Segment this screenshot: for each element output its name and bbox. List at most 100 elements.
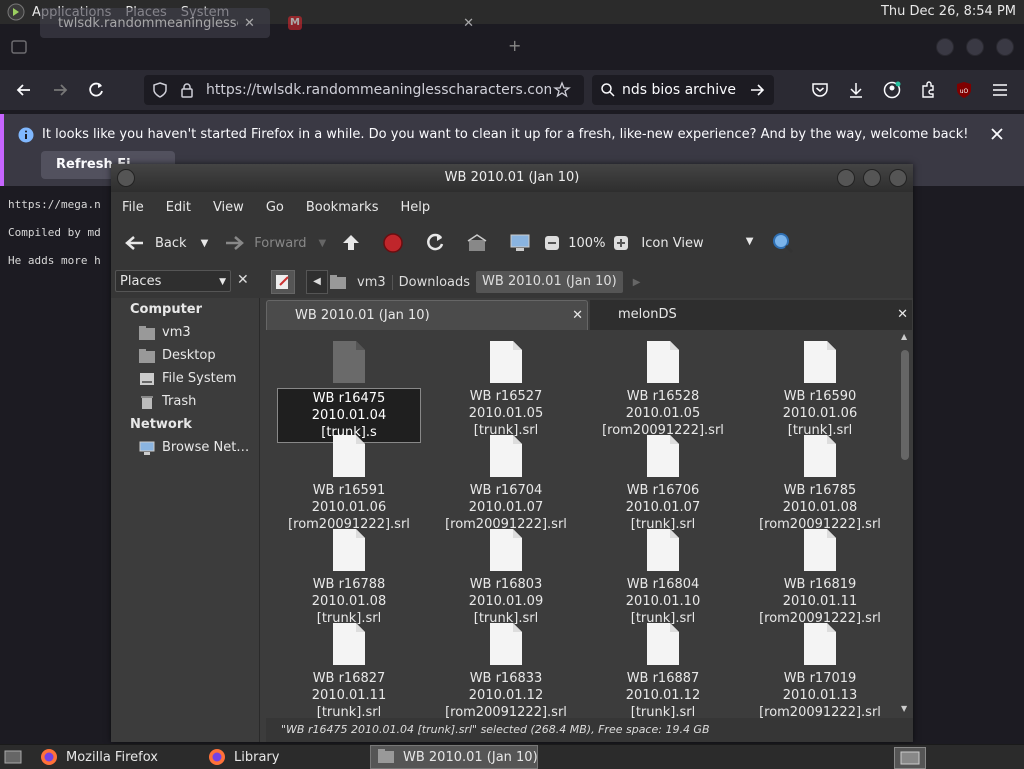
home-icon[interactable] xyxy=(466,232,488,254)
file-item[interactable]: WB r16788 2010.01.08 [trunk].srl xyxy=(274,528,424,627)
scroll-down-icon[interactable]: ▼ xyxy=(901,704,907,713)
pocket-icon[interactable] xyxy=(810,80,830,100)
view-mode-select[interactable]: Icon View ▼ xyxy=(641,236,753,251)
workspace-switcher[interactable] xyxy=(894,747,926,769)
search-input[interactable]: nds bios archive xyxy=(622,82,748,98)
show-desktop-icon[interactable] xyxy=(4,749,22,765)
shield-icon[interactable] xyxy=(152,82,170,98)
maximize-icon[interactable] xyxy=(966,38,984,56)
close-window-icon[interactable] xyxy=(996,38,1014,56)
account-icon[interactable] xyxy=(882,80,902,100)
breadcrumb-vm3[interactable]: vm3 xyxy=(351,275,392,290)
content-pane: WB 2010.01 (Jan 10) ✕ melonDS ✕ WB r1647… xyxy=(266,298,913,718)
search-go-icon[interactable] xyxy=(748,81,766,99)
file-item[interactable]: WB r16704 2010.01.07 [rom20091222].srl xyxy=(431,434,581,533)
clock[interactable]: Thu Dec 26, 8:54 PM xyxy=(881,4,1016,19)
file-item[interactable]: WB r16590 2010.01.06 [trunk].srl xyxy=(745,340,895,439)
gnome-logo-icon[interactable] xyxy=(7,3,25,21)
hamburger-menu-icon[interactable] xyxy=(990,80,1010,100)
file-item[interactable]: WB r16475 2010.01.04 [trunk].s xyxy=(274,340,424,443)
url-bar[interactable]: https://twlsdk.randommeaninglesscharacte… xyxy=(144,75,584,105)
search-icon[interactable] xyxy=(771,231,795,255)
lock-icon[interactable] xyxy=(180,82,196,98)
file-item[interactable]: WB r16804 2010.01.10 [trunk].srl xyxy=(588,528,738,627)
close-tab-icon[interactable]: ✕ xyxy=(572,301,583,331)
zoom-in-icon[interactable] xyxy=(613,235,629,251)
up-arrow-icon[interactable] xyxy=(340,232,362,254)
tab-melonds[interactable]: melonDS ✕ xyxy=(590,300,912,330)
taskbar-item-label: Mozilla Firefox xyxy=(66,749,158,765)
close-sidebar-icon[interactable]: ✕ xyxy=(237,272,249,288)
computer-icon[interactable] xyxy=(508,232,532,254)
scroll-up-icon[interactable]: ▲ xyxy=(901,332,907,341)
sidebar-item-file-system[interactable]: File System xyxy=(138,368,236,390)
menu-bookmarks[interactable]: Bookmarks xyxy=(295,200,390,215)
sidebar-item-trash[interactable]: Trash xyxy=(138,391,196,413)
menu-file[interactable]: File xyxy=(111,200,155,215)
browser-tab-active[interactable]: twlsdk.randommeaninglesschar ✕ xyxy=(40,8,270,38)
window-titlebar[interactable]: WB 2010.01 (Jan 10) xyxy=(111,164,913,192)
breadcrumb-left-icon[interactable]: ◀ xyxy=(306,270,328,294)
firefox-view-icon[interactable] xyxy=(10,38,28,56)
file-item[interactable]: WB r16827 2010.01.11 [trunk].srl xyxy=(274,622,424,718)
maximize-icon[interactable] xyxy=(863,169,881,187)
file-item[interactable]: WB r16591 2010.01.06 [rom20091222].srl xyxy=(274,434,424,533)
close-tab-icon[interactable]: ✕ xyxy=(244,16,255,31)
file-item[interactable]: WB r16528 2010.01.05 [rom20091222].srl xyxy=(588,340,738,439)
menu-view[interactable]: View xyxy=(202,200,255,215)
sidebar: Computer vm3 Desktop File System Trash N… xyxy=(111,298,260,742)
taskbar-item[interactable]: Library xyxy=(202,745,362,769)
file-item[interactable]: WB r17019 2010.01.13 [rom20091222].srl xyxy=(745,622,895,718)
minimize-icon[interactable] xyxy=(837,169,855,187)
menu-help[interactable]: Help xyxy=(389,200,441,215)
menu-edit[interactable]: Edit xyxy=(155,200,202,215)
sidebar-item-label: vm3 xyxy=(162,325,191,340)
close-tab-icon[interactable]: ✕ xyxy=(463,16,474,31)
breadcrumb-right-icon[interactable]: ▶ xyxy=(633,277,641,288)
reload-icon[interactable] xyxy=(424,232,446,254)
forward-history-dropdown-icon[interactable]: ▼ xyxy=(319,238,327,249)
downloads-icon[interactable] xyxy=(846,80,866,100)
file-item[interactable]: WB r16833 2010.01.12 [rom20091222].srl xyxy=(431,622,581,718)
forward-arrow-icon[interactable] xyxy=(50,80,70,100)
taskbar-item[interactable]: Mozilla Firefox xyxy=(34,745,194,769)
forward-button[interactable]: Forward xyxy=(222,233,307,253)
extensions-icon[interactable] xyxy=(918,80,938,100)
bookmark-star-icon[interactable] xyxy=(553,81,571,99)
menu-go[interactable]: Go xyxy=(255,200,295,215)
scrollbar-thumb[interactable] xyxy=(901,350,909,460)
close-window-icon[interactable] xyxy=(889,169,907,187)
taskbar-item[interactable]: WB 2010.01 (Jan 10) xyxy=(370,745,538,769)
file-item[interactable]: WB r16803 2010.01.09 [trunk].srl xyxy=(431,528,581,627)
reload-icon[interactable] xyxy=(86,80,106,100)
breadcrumb-current[interactable]: WB 2010.01 (Jan 10) xyxy=(476,271,623,293)
back-history-dropdown-icon[interactable]: ▼ xyxy=(201,238,209,249)
file-item[interactable]: WB r16785 2010.01.08 [rom20091222].srl xyxy=(745,434,895,533)
stop-icon[interactable] xyxy=(382,232,404,254)
back-arrow-icon[interactable] xyxy=(14,80,34,100)
sidebar-item-desktop[interactable]: Desktop xyxy=(138,345,216,367)
file-manager-window: WB 2010.01 (Jan 10) File Edit View Go Bo… xyxy=(111,164,913,742)
search-bar[interactable]: nds bios archive xyxy=(592,75,774,105)
close-notification-icon[interactable] xyxy=(988,125,1006,143)
file-item[interactable]: WB r16527 2010.01.05 [trunk].srl xyxy=(431,340,581,439)
window-menu-icon[interactable] xyxy=(117,169,135,187)
zoom-out-icon[interactable] xyxy=(544,235,560,251)
tab-wb-2010-01[interactable]: WB 2010.01 (Jan 10) ✕ xyxy=(266,300,588,330)
tab-label: WB 2010.01 (Jan 10) xyxy=(295,308,430,323)
browser-tab-mega[interactable]: M ✕ xyxy=(278,8,488,38)
sidebar-places-select[interactable]: Places ▼ xyxy=(115,270,231,292)
file-item[interactable]: WB r16706 2010.01.07 [trunk].srl xyxy=(588,434,738,533)
edit-location-icon[interactable] xyxy=(271,270,295,294)
vertical-scrollbar[interactable]: ▲ ▼ xyxy=(898,332,912,718)
minimize-icon[interactable] xyxy=(936,38,954,56)
back-button[interactable]: Back xyxy=(123,233,187,253)
sidebar-item-browse-network[interactable]: Browse Net… xyxy=(138,437,249,459)
file-item[interactable]: WB r16819 2010.01.11 [rom20091222].srl xyxy=(745,528,895,627)
breadcrumb-downloads[interactable]: Downloads xyxy=(391,274,476,290)
close-tab-icon[interactable]: ✕ xyxy=(897,300,908,330)
file-item[interactable]: WB r16887 2010.01.12 [trunk].srl xyxy=(588,622,738,718)
sidebar-item-vm3[interactable]: vm3 xyxy=(138,322,191,344)
new-tab-icon[interactable]: + xyxy=(508,36,521,55)
ublock-icon[interactable]: uO xyxy=(954,80,974,100)
